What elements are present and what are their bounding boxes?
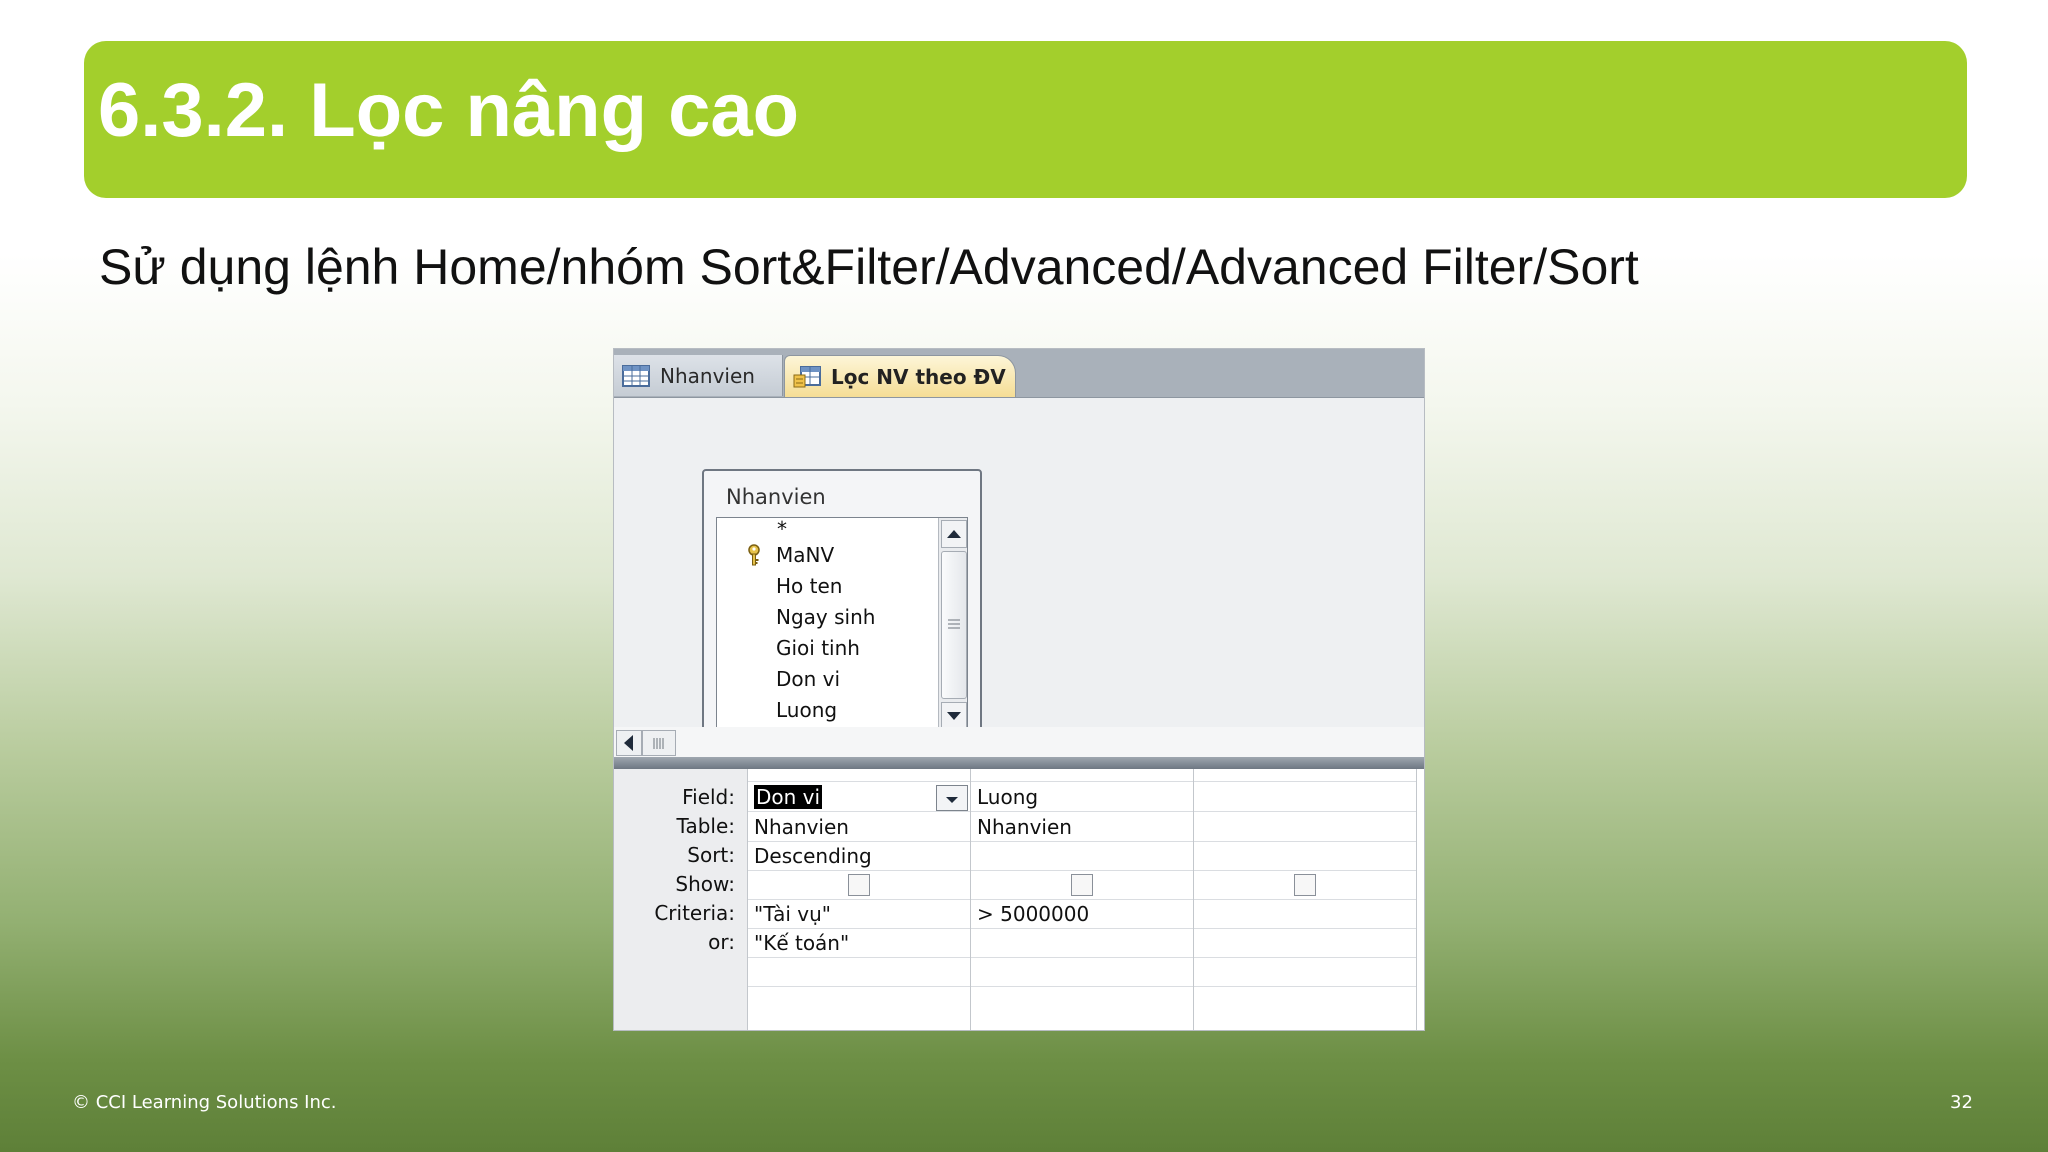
grid-column: Luong Nhanvien > 5000000 <box>971 769 1194 1030</box>
table-pane: Nhanvien * MaNV Ho ten Ngay sinh Gioi ti… <box>614 398 1424 776</box>
row-label-show: Show: <box>675 872 735 896</box>
horizontal-scrollbar[interactable] <box>614 727 1424 757</box>
table-field-list-box[interactable]: Nhanvien * MaNV Ho ten Ngay sinh Gioi ti… <box>702 469 982 747</box>
table-icon <box>622 364 650 387</box>
row-label-or: or: <box>708 930 735 954</box>
grid-column: Don vi Nhanvien Descending "Tài vụ" "Kế … <box>748 769 971 1030</box>
show-checkbox[interactable] <box>1071 874 1093 896</box>
field-list-item[interactable]: Luong <box>717 695 967 726</box>
scroll-thumb[interactable] <box>941 551 967 699</box>
page-number: 32 <box>1950 1092 1973 1113</box>
grid-column <box>1194 769 1417 1030</box>
show-checkbox[interactable] <box>1294 874 1316 896</box>
grid-cell-empty[interactable] <box>748 957 970 987</box>
field-list-item[interactable]: Ho ten <box>717 571 967 602</box>
cell-value: Descending <box>754 844 872 868</box>
arrow-up-icon <box>947 530 961 538</box>
field-label: * <box>777 517 787 541</box>
cell-value: "Tài vụ" <box>754 902 831 926</box>
arrow-left-icon <box>624 735 633 751</box>
scroll-left-button[interactable] <box>616 730 642 756</box>
field-label: Don vi <box>776 667 841 691</box>
arrow-down-icon <box>947 712 961 720</box>
grid-cell-sort[interactable] <box>971 841 1193 871</box>
scroll-up-button[interactable] <box>941 520 967 548</box>
grip-icon <box>948 619 960 629</box>
row-label-table: Table: <box>676 814 735 838</box>
grid-cell-table[interactable] <box>1194 812 1416 842</box>
tab-label: Lọc NV theo ĐV <box>831 364 1006 389</box>
tab-label: Nhanvien <box>660 363 755 388</box>
grid-cell-criteria[interactable]: > 5000000 <box>971 899 1193 929</box>
grid-cell-or[interactable]: "Kế toán" <box>748 928 970 958</box>
grid-cell-sort[interactable]: Descending <box>748 841 970 871</box>
grid-cell-show <box>971 870 1193 900</box>
field-list-item[interactable]: Gioi tinh <box>717 633 967 664</box>
grid-cell-criteria[interactable] <box>1194 899 1416 929</box>
horizontal-scroll-thumb[interactable] <box>642 730 676 756</box>
field-list-item[interactable]: MaNV <box>717 540 967 571</box>
filter-query-icon <box>793 365 821 387</box>
pane-splitter[interactable] <box>614 757 1424 769</box>
primary-key-icon <box>748 544 760 566</box>
cell-value: Nhanvien <box>754 815 849 839</box>
grid-cell-field[interactable] <box>1194 782 1416 812</box>
grid-cell-show <box>1194 870 1416 900</box>
column-selector[interactable] <box>971 769 1193 782</box>
show-checkbox[interactable] <box>848 874 870 896</box>
tab-loc-nv-theo-dv[interactable]: Lọc NV theo ĐV <box>784 355 1016 397</box>
grid-cell-empty[interactable] <box>1194 957 1416 987</box>
field-label: Luong <box>776 698 838 722</box>
grid-cell-empty[interactable] <box>971 957 1193 987</box>
field-label: Gioi tinh <box>776 636 860 660</box>
grid-cell-table[interactable]: Nhanvien <box>971 812 1193 842</box>
grid-cell-field[interactable]: Luong <box>971 782 1193 812</box>
grip-icon <box>653 738 664 749</box>
grid-cell-or[interactable] <box>1194 928 1416 958</box>
slide-title-bar: 6.3.2. Lọc nâng cao <box>84 41 1967 198</box>
access-query-design-screenshot: Nhanvien Lọc NV theo ĐV Nhanvien * MaNV … <box>613 348 1425 1031</box>
column-selector[interactable] <box>1194 769 1416 782</box>
field-list-item[interactable]: Ngay sinh <box>717 602 967 633</box>
cell-value: Don vi <box>754 785 823 809</box>
grid-cell-or[interactable] <box>971 928 1193 958</box>
grid-cell-sort[interactable] <box>1194 841 1416 871</box>
field-label: Ngay sinh <box>776 605 876 629</box>
footer-copyright: © CCI Learning Solutions Inc. <box>72 1092 337 1113</box>
grid-cell-table[interactable]: Nhanvien <box>748 812 970 842</box>
chevron-down-icon <box>946 797 958 803</box>
field-label: MaNV <box>776 543 835 567</box>
table-box-title: Nhanvien <box>726 485 826 509</box>
document-tabstrip: Nhanvien Lọc NV theo ĐV <box>614 349 1424 398</box>
grid-cell-field[interactable]: Don vi <box>748 782 970 812</box>
slide-title: 6.3.2. Lọc nâng cao <box>98 68 800 153</box>
tab-nhanvien[interactable]: Nhanvien <box>614 355 783 396</box>
query-design-grid: Field: Table: Sort: Show: Criteria: or: … <box>614 769 1424 1030</box>
cell-value: Nhanvien <box>977 815 1072 839</box>
slide-subtitle: Sử dụng lệnh Home/nhóm Sort&Filter/Advan… <box>99 239 1639 295</box>
field-list[interactable]: * MaNV Ho ten Ngay sinh Gioi tinh Don vi… <box>716 517 968 733</box>
row-label-criteria: Criteria: <box>654 901 735 925</box>
cell-value: > 5000000 <box>977 902 1090 926</box>
field-list-item[interactable]: * <box>717 518 967 540</box>
row-label-sort: Sort: <box>687 843 735 867</box>
row-label-field: Field: <box>682 785 735 809</box>
field-label: Ho ten <box>776 574 843 598</box>
grid-row-labels: Field: Table: Sort: Show: Criteria: or: <box>614 769 748 1030</box>
grid-cell-show <box>748 870 970 900</box>
cell-value: "Kế toán" <box>754 931 850 955</box>
scroll-down-button[interactable] <box>941 702 967 730</box>
column-selector[interactable] <box>748 769 970 782</box>
grid-cell-criteria[interactable]: "Tài vụ" <box>748 899 970 929</box>
cell-value: Luong <box>977 785 1039 809</box>
field-list-scrollbar[interactable] <box>938 518 967 732</box>
field-list-item[interactable]: Don vi <box>717 664 967 695</box>
field-dropdown-button[interactable] <box>936 785 968 811</box>
